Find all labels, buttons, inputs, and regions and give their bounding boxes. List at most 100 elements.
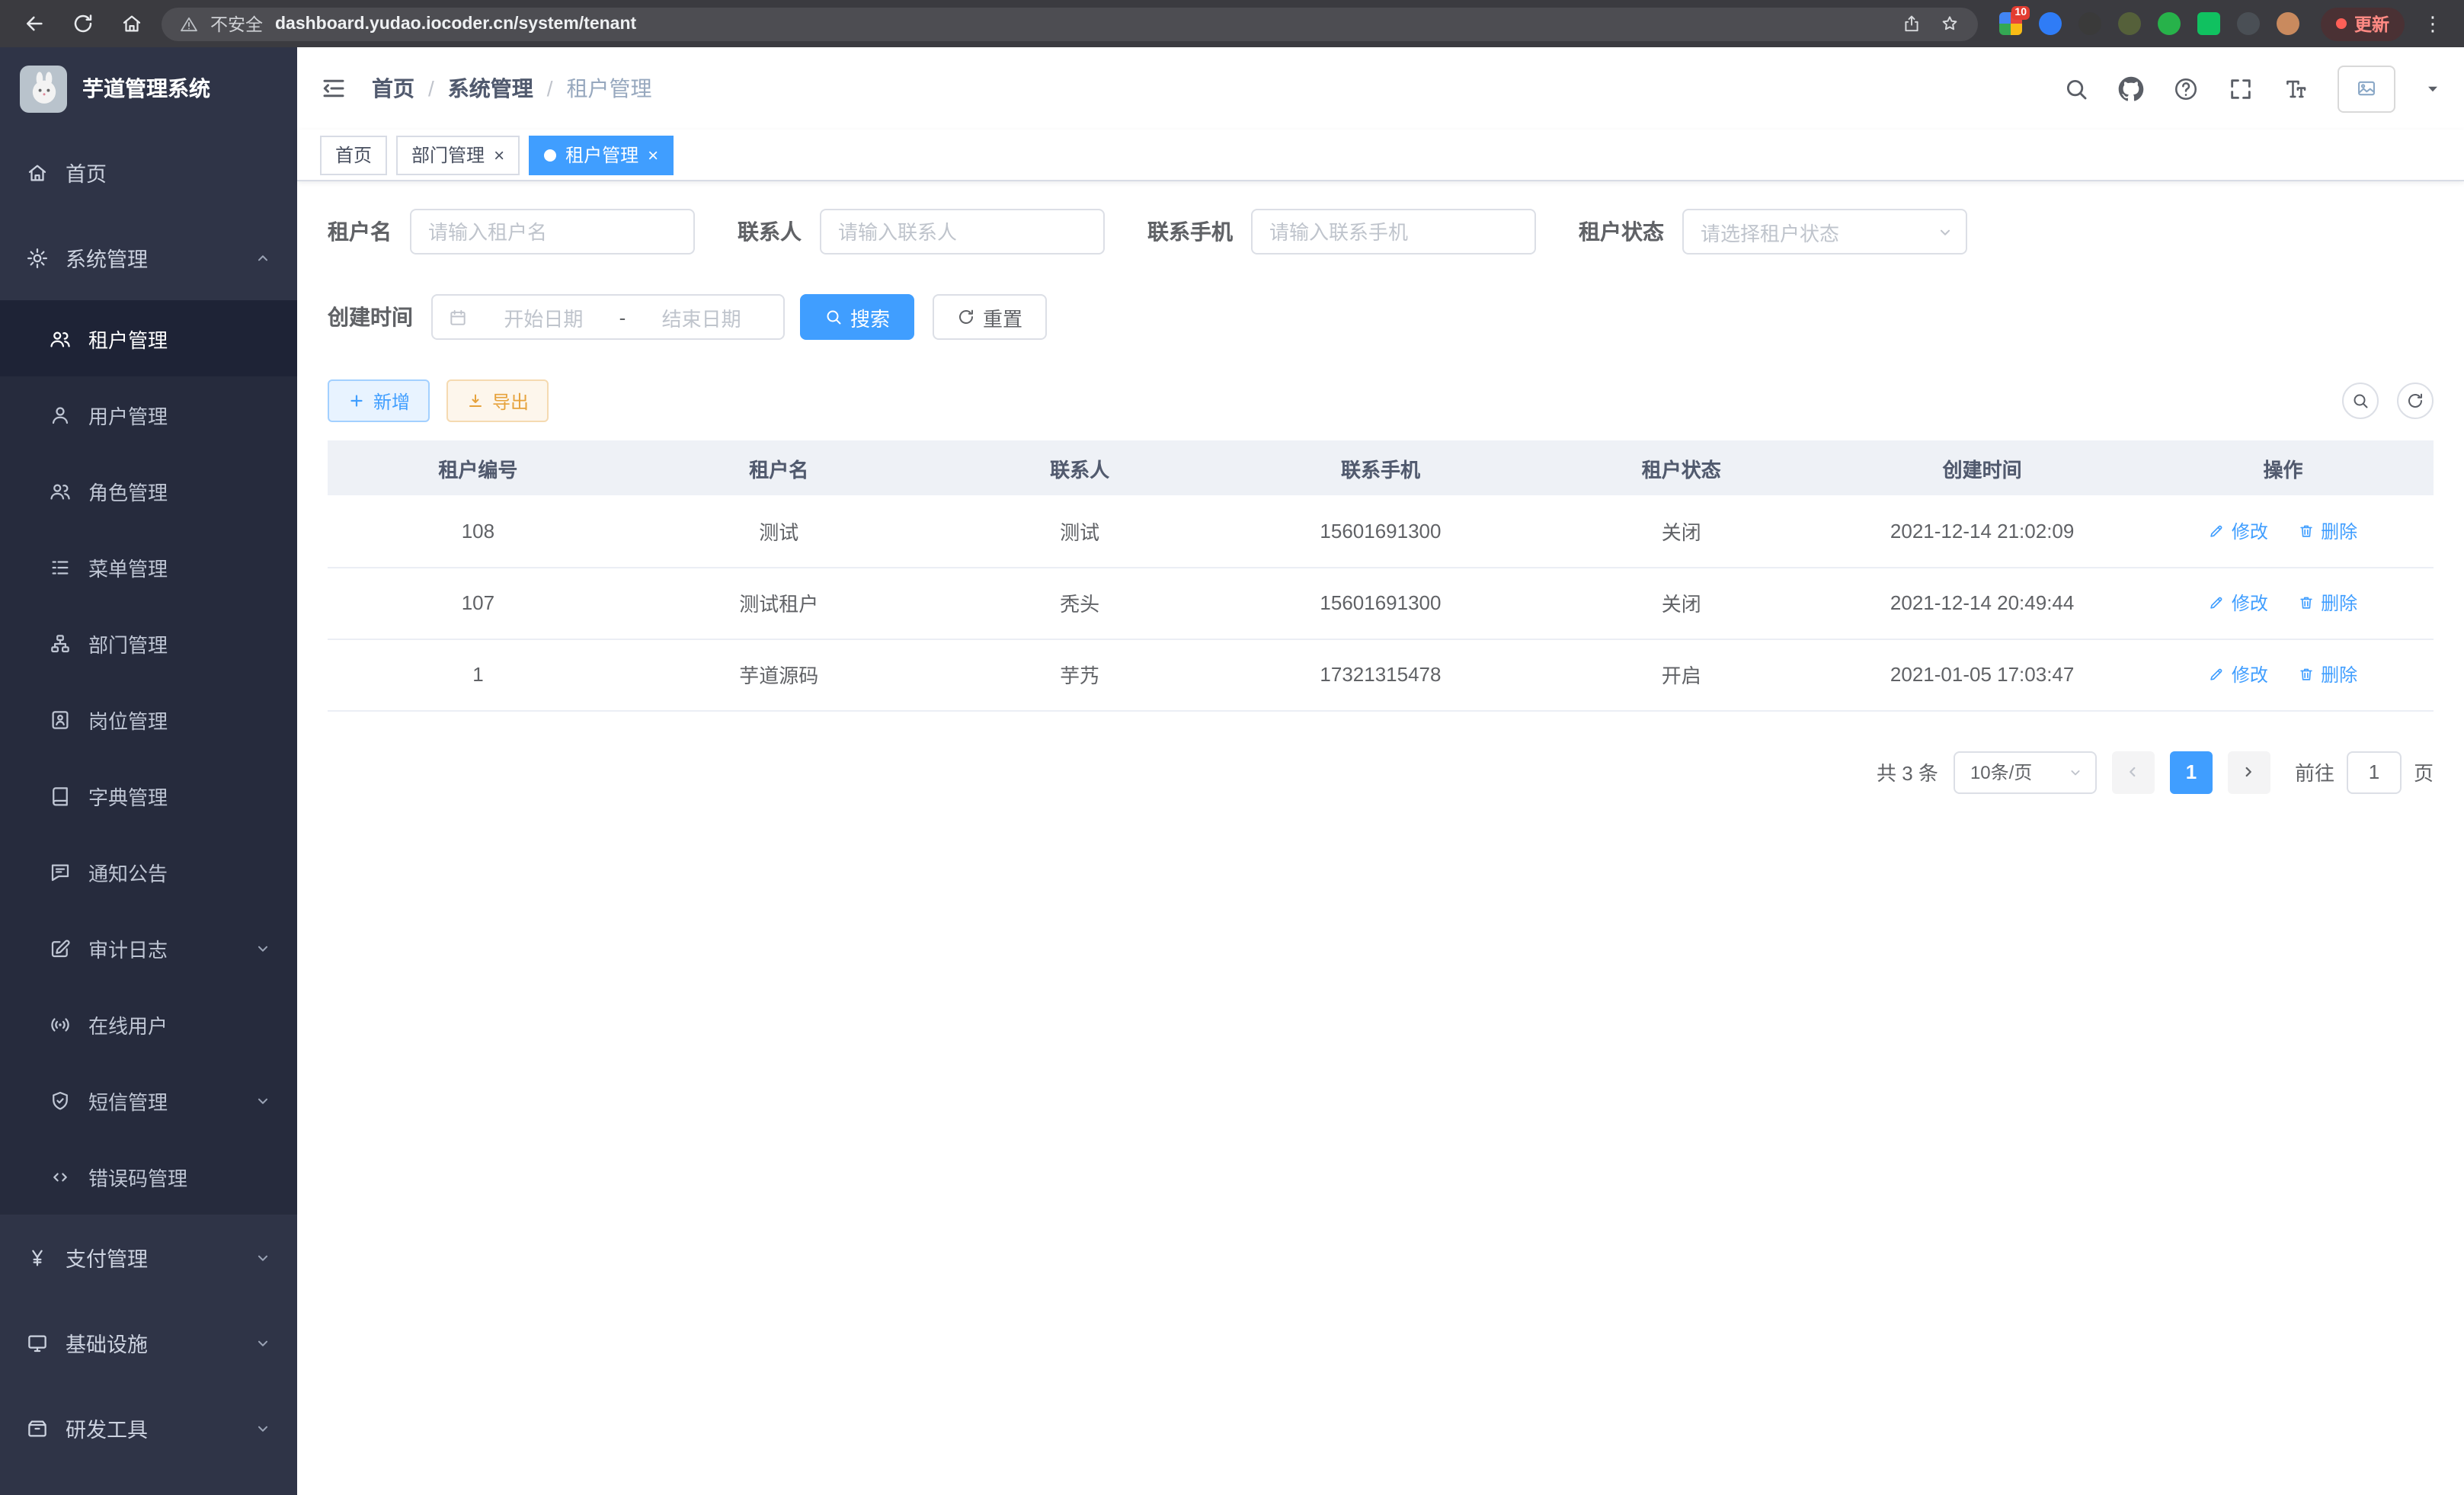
- edit-link[interactable]: 修改: [2209, 518, 2268, 544]
- menu-list-icon: [49, 555, 72, 578]
- extension-icon-green[interactable]: [2158, 12, 2181, 35]
- font-size-icon[interactable]: [2283, 75, 2309, 101]
- sidebar-item-audit-log[interactable]: 审计日志: [0, 910, 297, 986]
- extension-icon-chat[interactable]: [2197, 12, 2220, 35]
- header-search-icon[interactable]: [2063, 75, 2089, 101]
- back-icon[interactable]: [15, 5, 52, 42]
- tags-view-bar: 首页 部门管理 × 租户管理 ×: [297, 130, 2464, 181]
- sidebar-item-online-user[interactable]: 在线用户: [0, 986, 297, 1062]
- sidebar-item-sms[interactable]: 短信管理: [0, 1062, 297, 1138]
- logo[interactable]: 芋道管理系统: [0, 47, 297, 130]
- pencil-icon: [2209, 594, 2226, 611]
- sidebar-item-infra[interactable]: 基础设施: [0, 1300, 297, 1385]
- calendar-icon: [448, 307, 468, 327]
- close-icon[interactable]: ×: [494, 146, 504, 164]
- chevron-up-icon: [254, 249, 271, 266]
- pencil-icon: [2209, 523, 2226, 539]
- tab-tenant[interactable]: 租户管理 ×: [529, 135, 674, 174]
- sidebar-item-tenant[interactable]: 租户管理: [0, 300, 297, 376]
- col-tenant-name: 租户名: [629, 440, 930, 495]
- sidebar-item-notice[interactable]: 通知公告: [0, 834, 297, 910]
- avatar-caret-down-icon[interactable]: [2424, 80, 2441, 97]
- fullscreen-icon[interactable]: [2228, 75, 2254, 101]
- extension-icon-blue[interactable]: [2039, 12, 2062, 35]
- table-row: 107 测试租户 秃头 15601691300 关闭 2021-12-14 20…: [328, 567, 2434, 639]
- dict-book-icon: [49, 784, 72, 807]
- page-number-1[interactable]: 1: [2170, 751, 2213, 793]
- tab-dept[interactable]: 部门管理 ×: [396, 135, 520, 174]
- edit-link[interactable]: 修改: [2209, 590, 2268, 616]
- chevron-left-icon: [2125, 764, 2142, 780]
- tab-home[interactable]: 首页: [320, 135, 387, 174]
- contact-input[interactable]: [820, 209, 1105, 255]
- help-question-icon[interactable]: [2173, 75, 2199, 101]
- pagination: 共 3 条 10条/页 1 前往 页: [328, 751, 2434, 793]
- extension-icon-olive[interactable]: [2118, 12, 2141, 35]
- user-avatar[interactable]: [2338, 65, 2395, 112]
- search-button[interactable]: 搜索: [800, 294, 914, 340]
- bookmark-star-icon[interactable]: [1940, 14, 1960, 34]
- sidebar-item-role[interactable]: 角色管理: [0, 453, 297, 529]
- add-button[interactable]: 新增: [328, 379, 430, 422]
- sidebar-fold-icon[interactable]: [320, 75, 347, 102]
- sidebar-item-user[interactable]: 用户管理: [0, 376, 297, 453]
- delete-link[interactable]: 删除: [2298, 518, 2357, 544]
- filter-row-1: 租户名 联系人 联系手机 租户状态 请选择租户状态: [328, 209, 2434, 255]
- refresh-table-button[interactable]: [2397, 383, 2434, 419]
- page-size-select[interactable]: 10条/页: [1954, 751, 2097, 793]
- browser-profile-avatar[interactable]: [2277, 12, 2299, 35]
- sidebar-item-post[interactable]: 岗位管理: [0, 681, 297, 757]
- delete-link[interactable]: 删除: [2298, 590, 2357, 616]
- sidebar-item-system[interactable]: 系统管理: [0, 215, 297, 300]
- sms-shield-icon: [49, 1089, 72, 1112]
- tenant-name-label: 租户名: [328, 216, 392, 247]
- status-select[interactable]: 请选择租户状态: [1682, 209, 1967, 255]
- close-icon[interactable]: ×: [648, 146, 658, 164]
- sidebar-item-home[interactable]: 首页: [0, 130, 297, 215]
- github-icon[interactable]: [2118, 75, 2144, 101]
- update-dot-icon: [2336, 18, 2347, 29]
- col-tenant-id: 租户编号: [328, 440, 629, 495]
- col-status: 租户状态: [1531, 440, 1832, 495]
- sidebar-item-dev-tools[interactable]: 研发工具: [0, 1385, 297, 1471]
- edit-link[interactable]: 修改: [2209, 661, 2268, 687]
- sidebar-item-dict[interactable]: 字典管理: [0, 757, 297, 834]
- toggle-search-button[interactable]: [2342, 383, 2379, 419]
- tenant-name-input[interactable]: [410, 209, 695, 255]
- date-end-placeholder: 结束日期: [635, 303, 768, 331]
- chevron-right-icon: [2241, 764, 2258, 780]
- date-range-picker[interactable]: 开始日期 - 结束日期: [431, 294, 785, 340]
- breadcrumb-system[interactable]: 系统管理: [448, 73, 533, 104]
- address-bar[interactable]: 不安全 dashboard.yudao.iocoder.cn/system/te…: [162, 7, 1978, 40]
- extension-icon-gray[interactable]: [2237, 12, 2260, 35]
- breadcrumb-separator: /: [428, 76, 434, 101]
- sidebar-item-menu[interactable]: 菜单管理: [0, 529, 297, 605]
- phone-input[interactable]: [1251, 209, 1536, 255]
- browser-menu-kebab-icon[interactable]: ⋮: [2417, 11, 2449, 36]
- sidebar-item-payment[interactable]: 支付管理: [0, 1215, 297, 1300]
- export-button[interactable]: 导出: [446, 379, 549, 422]
- browser-home-icon[interactable]: [113, 5, 149, 42]
- reset-button[interactable]: 重置: [933, 294, 1047, 340]
- code-icon: [49, 1165, 72, 1188]
- col-phone: 联系手机: [1230, 440, 1531, 495]
- goto-page-input[interactable]: [2347, 751, 2402, 793]
- share-icon[interactable]: [1902, 14, 1922, 34]
- extension-icon-colorful[interactable]: 10: [1999, 12, 2022, 35]
- col-actions: 操作: [2133, 440, 2434, 495]
- prev-page-button[interactable]: [2112, 751, 2155, 793]
- reload-icon[interactable]: [64, 5, 101, 42]
- logo-avatar: [20, 65, 67, 112]
- extension-icon-dark[interactable]: [2078, 12, 2101, 35]
- status-text: 开启: [1531, 639, 1832, 710]
- breadcrumb-home[interactable]: 首页: [372, 73, 414, 104]
- next-page-button[interactable]: [2228, 751, 2270, 793]
- trash-icon: [2298, 594, 2315, 611]
- sidebar-item-dept[interactable]: 部门管理: [0, 605, 297, 681]
- status-text: 关闭: [1531, 495, 1832, 567]
- browser-update-button[interactable]: 更新: [2321, 7, 2405, 40]
- search-icon: [2351, 392, 2370, 410]
- phone-label: 联系手机: [1147, 216, 1233, 247]
- sidebar-item-error-code[interactable]: 错误码管理: [0, 1138, 297, 1215]
- delete-link[interactable]: 删除: [2298, 661, 2357, 687]
